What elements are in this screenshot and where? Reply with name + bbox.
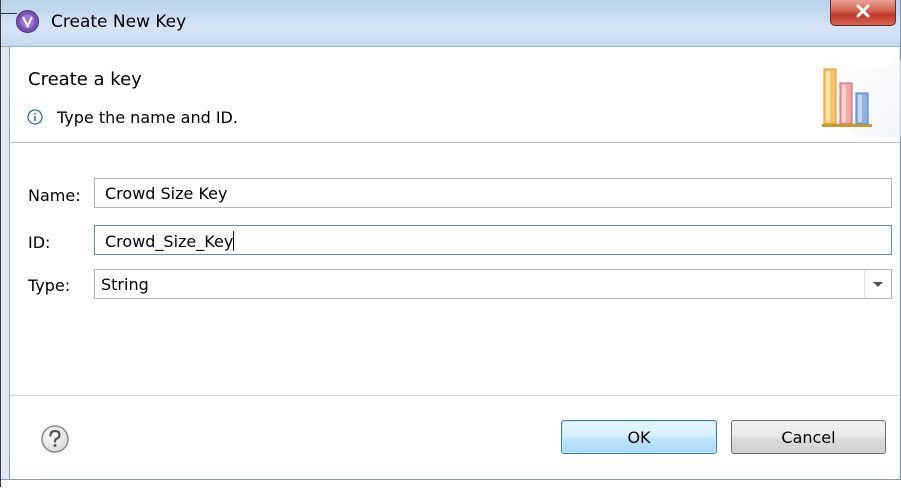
name-label: Name:: [28, 186, 81, 205]
ok-button-label: OK: [627, 427, 651, 447]
type-label: Type:: [28, 276, 71, 295]
type-select[interactable]: String: [94, 269, 892, 299]
app-icon: [15, 9, 40, 34]
name-field[interactable]: Crowd Size Key: [94, 178, 892, 208]
bar-chart-icon: [796, 57, 901, 137]
help-icon[interactable]: [40, 424, 70, 454]
id-field-value: Crowd_Size_Key: [105, 232, 234, 251]
chevron-down-icon[interactable]: [864, 270, 891, 298]
create-new-key-dialog: Create New Key Create a key Type the nam…: [0, 0, 901, 488]
cancel-button[interactable]: Cancel: [731, 420, 886, 454]
dialog-content: Create a key Type the name and ID. Name:…: [9, 47, 901, 479]
title-bar[interactable]: Create New Key: [1, 0, 900, 47]
window-title: Create New Key: [51, 12, 187, 32]
type-select-value: String: [101, 275, 149, 294]
ok-button[interactable]: OK: [561, 420, 717, 454]
footer-separator: [10, 395, 899, 396]
header-separator: [10, 142, 899, 143]
cancel-button-label: Cancel: [781, 427, 836, 447]
name-field-value: Crowd Size Key: [105, 184, 228, 203]
close-icon: [855, 3, 871, 22]
info-icon: [27, 109, 43, 125]
id-field[interactable]: Crowd_Size_Key: [94, 225, 892, 255]
dialog-header: Create a key Type the name and ID.: [10, 47, 901, 139]
id-label: ID:: [28, 233, 51, 252]
header-title: Create a key: [28, 69, 142, 90]
close-button[interactable]: [830, 0, 896, 26]
text-caret: [233, 231, 235, 251]
header-description: Type the name and ID.: [57, 108, 238, 127]
